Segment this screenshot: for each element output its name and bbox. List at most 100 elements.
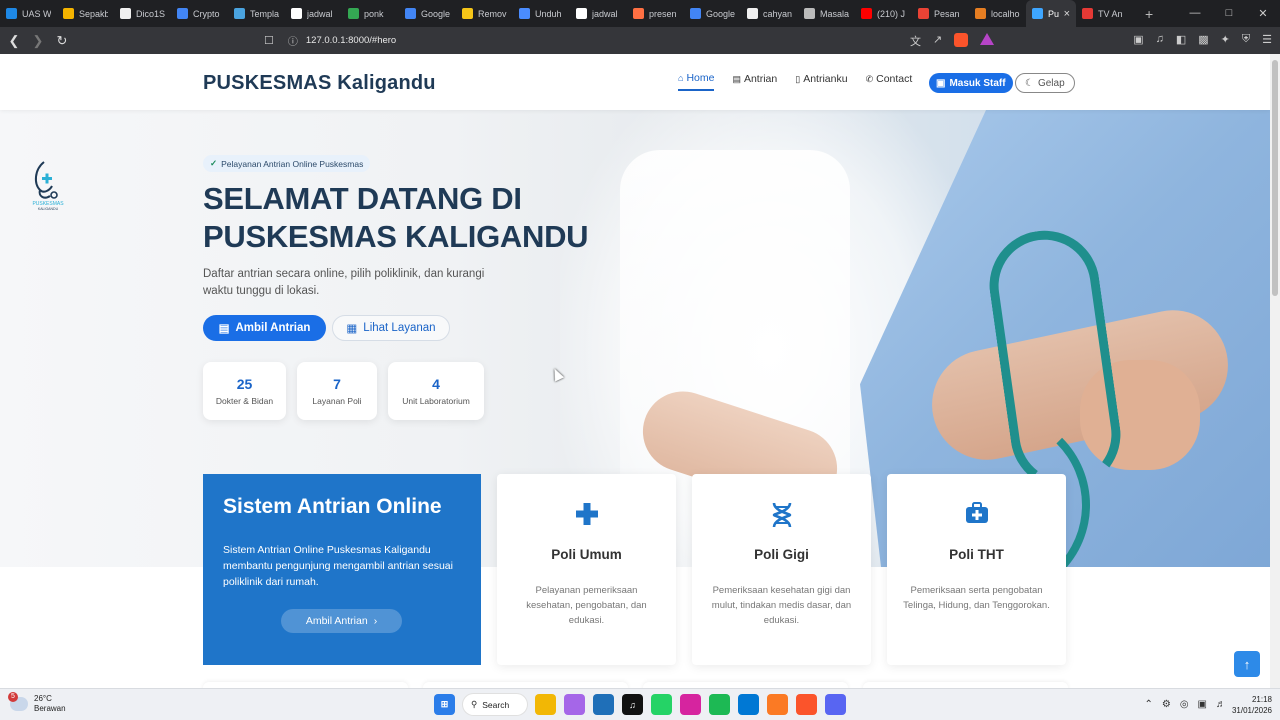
volume-icon[interactable]: ♬ (1216, 699, 1226, 710)
network-icon[interactable]: ⚙ (1162, 699, 1171, 710)
nav-antrianku[interactable]: ▯ Antrianku (795, 73, 847, 90)
browser-tab[interactable]: UAS W (0, 0, 57, 27)
translate-icon[interactable]: 文 (910, 33, 921, 49)
start-icon[interactable]: ⊞ (434, 694, 455, 715)
browser-tab[interactable]: cahyan (741, 0, 798, 27)
vpn-icon[interactable]: ⛨ (1242, 33, 1250, 46)
brand-title[interactable]: PUSKESMAS Kaligandu (203, 72, 436, 95)
staff-login-button[interactable]: ▣ Masuk Staff (929, 73, 1013, 93)
instagram-icon[interactable] (680, 694, 701, 715)
store-icon[interactable] (593, 694, 614, 715)
tab-label: UAS W (22, 8, 51, 19)
browser-tab[interactable]: Masala (798, 0, 855, 27)
browser-toolbar: ❮ ❯ ↻ ☐ ⓘ 127.0.0.1:8000/#hero 文 ↗ ▣ ♫ ◧… (0, 27, 1280, 54)
tiktok-icon[interactable]: ♫ (622, 694, 643, 715)
tab-label: jadwal (592, 8, 618, 19)
clock-time: 21:18 (1251, 695, 1272, 704)
bookmark-icon[interactable]: ☐ (264, 34, 274, 47)
brave-icon[interactable] (796, 694, 817, 715)
browser-tab[interactable]: Unduh (513, 0, 570, 27)
sidebar-icon[interactable]: ◧ (1176, 33, 1186, 46)
dna-icon (692, 502, 871, 528)
browser-tab[interactable]: Sepakb (57, 0, 114, 27)
taskbar-search-label: Search (482, 699, 510, 710)
browser-tab[interactable]: jadwal (285, 0, 342, 27)
back-to-top-button[interactable]: ↑ (1234, 651, 1260, 677)
browser-tabbar: UAS W Sepakb Dico1S Crypto Templa jadwal ponk G… (0, 0, 1280, 27)
stat-value: 7 (333, 376, 341, 392)
browser-tab[interactable]: Remov (456, 0, 513, 27)
browser-tab[interactable]: Dico1S (114, 0, 171, 27)
service-card-poli-gigi[interactable]: Poli Gigi Pemeriksaan kesehatan gigi dan… (692, 474, 871, 665)
address-bar[interactable]: ☐ ⓘ 127.0.0.1:8000/#hero (256, 30, 1000, 51)
site-info-icon[interactable]: ⓘ (288, 33, 298, 48)
chevron-up-icon[interactable]: ⌃ (1144, 699, 1152, 710)
restore-icon[interactable]: □ (1212, 7, 1246, 20)
browser-tab[interactable]: Pu × (1026, 0, 1076, 27)
spotify-icon[interactable] (709, 694, 730, 715)
arrow-up-icon: ↑ (1243, 656, 1251, 672)
weather-widget[interactable]: 5 26°C Berawan (8, 692, 66, 714)
copilot-icon[interactable] (564, 694, 585, 715)
new-tab-button[interactable]: + (1133, 6, 1165, 22)
back-icon[interactable]: ❮ (4, 33, 24, 49)
main-nav: ⌂ Home ▤ Antrian ▯ Antrianku ✆ Contact (678, 72, 912, 91)
page-scrollbar-thumb[interactable] (1272, 60, 1278, 296)
close-tab-icon[interactable]: × (1064, 8, 1070, 20)
brave-rewards-icon[interactable] (980, 33, 995, 45)
ticket-icon: ▤ (732, 73, 741, 84)
close-window-icon[interactable]: ✕ (1246, 7, 1280, 20)
browser-tab[interactable]: Pesan (912, 0, 969, 27)
nav-antrian-label: Antrian (743, 73, 778, 85)
window-controls: — □ ✕ (1178, 7, 1280, 20)
browser-tab[interactable]: Crypto (171, 0, 228, 27)
intro-ambil-antrian-button[interactable]: Ambil Antrian › (281, 609, 402, 633)
url-text[interactable]: 127.0.0.1:8000/#hero (306, 35, 396, 46)
system-clock[interactable]: 21:18 31/01/2026 (1232, 694, 1272, 716)
menu-icon[interactable]: ☰ (1262, 33, 1272, 46)
browser-tab[interactable]: Google (399, 0, 456, 27)
dark-mode-toggle[interactable]: ☾ Gelap (1015, 73, 1075, 93)
nav-antrian[interactable]: ▤ Antrian (732, 73, 777, 90)
browser-tab[interactable]: localho (969, 0, 1026, 27)
vscode-icon[interactable] (738, 694, 759, 715)
next-card (863, 682, 1068, 688)
service-name: Poli THT (949, 547, 1004, 562)
browser-tab[interactable]: Google (684, 0, 741, 27)
browser-tab[interactable]: ponk (342, 0, 399, 27)
nav-contact[interactable]: ✆ Contact (866, 73, 913, 90)
service-card-poli-tht[interactable]: Poli THT Pemeriksaan serta pengobatan Te… (887, 474, 1066, 665)
nav-home[interactable]: ⌂ Home (678, 72, 715, 91)
browser-tab[interactable]: jadwal (570, 0, 627, 27)
share-icon[interactable]: ↗ (933, 33, 942, 49)
ambil-antrian-button[interactable]: ▤ Ambil Antrian (203, 315, 326, 341)
xampp-icon[interactable] (767, 694, 788, 715)
file-explorer-icon[interactable] (535, 694, 556, 715)
brave-shield-icon[interactable] (954, 33, 969, 47)
browser-tab[interactable]: (210) J (855, 0, 912, 27)
tab-favicon-icon (1032, 8, 1043, 19)
media-icon[interactable]: ♫ (1156, 33, 1164, 46)
lihat-layanan-button[interactable]: ▦ Lihat Layanan (332, 315, 450, 341)
display-icon[interactable]: ▣ (1198, 699, 1207, 710)
screenshot-icon[interactable]: ▣ (1133, 33, 1143, 46)
tab-label: Remov (478, 8, 507, 19)
browser-tab[interactable]: presen (627, 0, 684, 27)
mic-icon[interactable]: ◎ (1180, 699, 1189, 710)
logo-text-2: KALIGANDU (38, 207, 59, 211)
leo-icon[interactable]: ✦ (1221, 33, 1230, 46)
service-card-poli-umum[interactable]: Poli Umum Pelayanan pemeriksaan kesehata… (497, 474, 676, 665)
forward-icon[interactable]: ❯ (28, 33, 48, 49)
reload-icon[interactable]: ↻ (52, 33, 72, 49)
discord-icon[interactable] (825, 694, 846, 715)
minimize-icon[interactable]: — (1178, 7, 1212, 20)
tab-favicon-icon (975, 8, 986, 19)
wallet-icon[interactable]: ▩ (1198, 33, 1208, 46)
taskbar-search[interactable]: ⚲ Search (463, 694, 527, 715)
stat-value: 25 (236, 376, 253, 392)
nav-antrianku-label: Antrianku (803, 73, 848, 85)
browser-tab[interactable]: TV An (1076, 0, 1133, 27)
whatsapp-icon[interactable] (651, 694, 672, 715)
browser-tab[interactable]: Templa (228, 0, 285, 27)
tab-label: jadwal (307, 8, 333, 19)
